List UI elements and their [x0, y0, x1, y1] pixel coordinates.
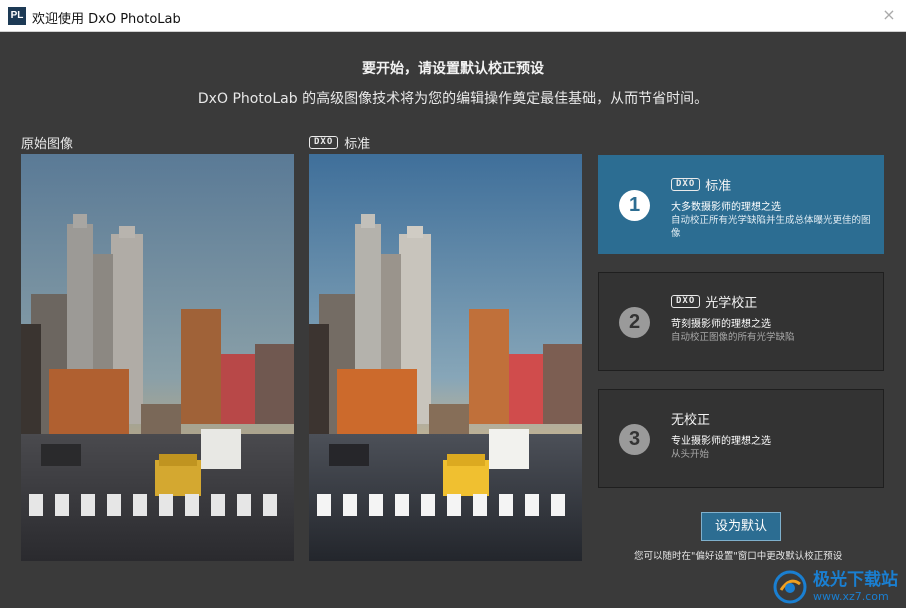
preset-optical-card[interactable]: 2 DXO 光学校正 苛刻摄影师的理想之选 自动校正图像的所有光学缺陷	[598, 272, 884, 371]
preset-description: 专业摄影师的理想之选	[671, 436, 771, 447]
preset-title: DXO 标准	[671, 175, 731, 194]
preset-description: 大多数摄影师的理想之选	[671, 202, 781, 213]
dxo-logo-icon: DXO	[309, 136, 339, 149]
dxo-logo-icon: DXO	[671, 295, 701, 308]
dxo-logo-icon: DXO	[671, 178, 701, 191]
preset-title-text: 标准	[705, 179, 732, 194]
intro-subheading: DxO PhotoLab 的高级图像技术将为您的编辑操作奠定最佳基础，从而节省时…	[197, 91, 709, 107]
preset-title-text: 光学校正	[705, 296, 758, 311]
watermark-name: 极光下载站	[813, 570, 898, 590]
standard-photo	[309, 154, 582, 561]
app-logo-icon: PL	[8, 7, 26, 25]
original-image-label: 原始图像	[21, 133, 73, 152]
preset-none-card[interactable]: 3 无校正 专业摄影师的理想之选 从头开始	[598, 389, 884, 488]
standard-label-text: 标准	[344, 137, 371, 152]
preset-description: 苛刻摄影师的理想之选	[671, 319, 771, 330]
preset-standard-card[interactable]: 1 DXO 标准 大多数摄影师的理想之选 自动校正所有光学缺陷并生成总体曝光更佳…	[598, 155, 884, 254]
title-bar: PL 欢迎使用 DxO PhotoLab ×	[0, 0, 906, 32]
site-watermark: 极光下载站 www.xz7.com	[773, 570, 898, 604]
original-label-text: 原始图像	[21, 137, 74, 152]
preset-number-badge: 1	[619, 190, 650, 221]
preset-title: DXO 光学校正	[671, 292, 757, 311]
preset-detail: 自动校正图像的所有光学缺陷	[671, 332, 795, 343]
hint-text: 您可以随时在"偏好设置"窗口中更改默认校正预设	[634, 551, 843, 562]
preset-detail: 自动校正所有光学缺陷并生成总体曝光更佳的图像	[671, 215, 871, 239]
preset-title-text: 无校正	[671, 413, 711, 428]
welcome-dialog: 要开始，请设置默认校正预设 DxO PhotoLab 的高级图像技术将为您的编辑…	[0, 32, 906, 608]
window-title: 欢迎使用 DxO PhotoLab	[32, 12, 181, 27]
set-default-button[interactable]: 设为默认	[701, 512, 781, 541]
preset-number-badge: 2	[619, 307, 650, 338]
standard-image-label: DXO 标准	[309, 133, 370, 152]
close-button[interactable]: ×	[872, 0, 906, 31]
preset-title: 无校正	[671, 409, 710, 428]
watermark-url: www.xz7.com	[813, 590, 889, 603]
watermark-logo-icon	[773, 570, 807, 604]
intro-heading: 要开始，请设置默认校正预设	[362, 61, 544, 77]
preset-detail: 从头开始	[671, 449, 710, 460]
original-photo	[21, 154, 294, 561]
preset-number-badge: 3	[619, 424, 650, 455]
